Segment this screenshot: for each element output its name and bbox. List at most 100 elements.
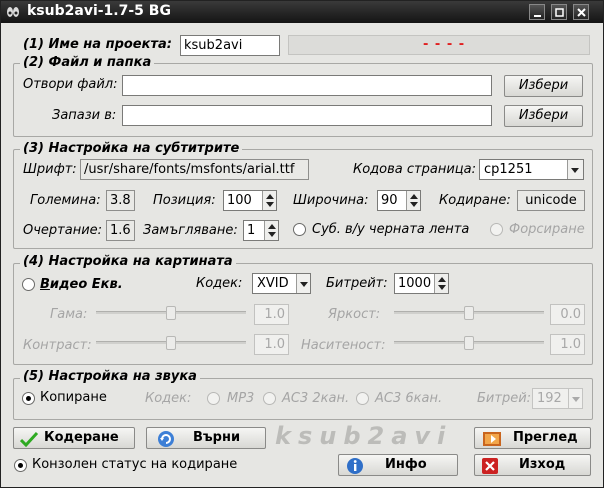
size-label: Големина: <box>30 193 101 208</box>
video-bitrate-spin-arrows[interactable] <box>434 274 448 293</box>
project-name-label: (1) Име на проекта: <box>23 37 172 52</box>
status-text: - - - - <box>423 37 466 52</box>
audio-ac3-2ch-label: AC3 2кан. <box>282 391 350 406</box>
video-bitrate-value: 1000 <box>398 276 432 291</box>
audio-legend: (5) Настройка на звука <box>20 369 200 384</box>
checkmark-icon <box>20 431 38 447</box>
position-label: Позиция: <box>153 193 216 208</box>
size-field[interactable]: 3.8 <box>106 190 135 211</box>
main-window: ksub2avi-1.7-5 BG (1) Име на проекта: ks… <box>0 0 604 488</box>
audio-codec-label: Кодек: <box>145 391 192 406</box>
slider-knob[interactable] <box>166 336 176 350</box>
subtitles-legend: (3) Настройка на субтитрите <box>20 141 243 156</box>
video-bitrate-label: Битрейт: <box>326 276 388 291</box>
video-codec-dropdown-arrow[interactable] <box>296 274 310 293</box>
maximize-button[interactable] <box>551 4 567 20</box>
audio-bitrate-select[interactable]: 192 <box>532 388 583 409</box>
gamma-slider[interactable] <box>96 306 246 320</box>
video-bitrate-spinner[interactable]: 1000 <box>394 273 449 294</box>
audio-ac3-6ch-radio[interactable] <box>356 392 369 405</box>
open-file-input[interactable] <box>122 75 492 96</box>
spin-arrows-icon <box>268 224 276 237</box>
exit-button[interactable]: Изход <box>474 454 591 476</box>
save-to-label: Запази в: <box>52 108 117 123</box>
font-label: Шрифт: <box>23 162 77 177</box>
console-status-radio[interactable] <box>14 459 27 472</box>
audio-mp3-label: MP3 <box>227 391 255 406</box>
saturation-slider[interactable] <box>394 336 544 350</box>
info-button-label: Инфо <box>385 457 427 472</box>
save-to-input[interactable] <box>122 105 492 126</box>
contrast-slider[interactable] <box>96 336 246 350</box>
video-equiv-label: Видео Екв. <box>40 277 123 292</box>
video-codec-value: XVID <box>257 276 289 291</box>
info-icon <box>347 458 363 474</box>
back-button[interactable]: Върни <box>146 427 266 449</box>
force-radio[interactable] <box>490 223 503 236</box>
contrast-value-field[interactable]: 1.0 <box>254 334 289 355</box>
brightness-slider[interactable] <box>394 306 544 320</box>
audio-ac3-2ch-radio[interactable] <box>263 392 276 405</box>
slider-knob[interactable] <box>166 306 176 320</box>
project-name-input[interactable]: ksub2avi <box>180 35 280 56</box>
film-icon <box>483 432 501 446</box>
font-path-field[interactable]: /usr/share/fonts/msfonts/arial.ttf <box>80 159 309 180</box>
width-label: Широчина: <box>293 193 369 208</box>
blur-spin-arrows[interactable] <box>264 221 278 240</box>
window-title: ksub2avi-1.7-5 BG <box>27 3 171 19</box>
position-spinner[interactable]: 100 <box>223 190 277 211</box>
brightness-label: Яркост: <box>328 307 381 322</box>
gamma-value-field[interactable]: 1.0 <box>254 304 289 325</box>
save-to-browse-button[interactable]: Избери <box>504 105 583 127</box>
codepage-value: cp1251 <box>484 162 533 177</box>
audio-bitrate-dropdown-arrow[interactable] <box>568 389 582 408</box>
brightness-value-field[interactable]: 0.0 <box>550 304 585 325</box>
position-spin-arrows[interactable] <box>262 191 276 210</box>
open-file-label: Отвори файл: <box>23 77 118 92</box>
saturation-label: Наситеност: <box>301 338 386 353</box>
position-value: 100 <box>227 193 252 208</box>
minimize-button[interactable] <box>529 4 545 20</box>
width-spin-arrows[interactable] <box>406 191 420 210</box>
info-button[interactable]: Инфо <box>338 454 458 476</box>
slider-knob[interactable] <box>464 306 474 320</box>
encode-button[interactable]: Кодеране <box>13 427 135 449</box>
audio-mp3-radio[interactable] <box>207 392 220 405</box>
blackbar-radio[interactable] <box>293 223 306 236</box>
blur-value: 1 <box>247 223 256 238</box>
contrast-label: Контраст: <box>23 338 92 353</box>
refresh-icon <box>158 431 174 447</box>
codepage-select[interactable]: cp1251 <box>479 159 584 180</box>
encode-button-label: Кодеране <box>44 430 119 445</box>
width-spinner[interactable]: 90 <box>377 190 421 211</box>
blur-spinner[interactable]: 1 <box>243 220 279 241</box>
title-bar[interactable]: ksub2avi-1.7-5 BG <box>1 1 603 23</box>
minimize-icon <box>534 15 541 17</box>
chevron-down-icon <box>300 282 308 287</box>
spin-arrows-icon <box>438 277 446 290</box>
video-equiv-radio[interactable] <box>22 278 35 291</box>
force-label: Форсиране <box>509 222 585 237</box>
slider-knob[interactable] <box>464 336 474 350</box>
preview-button[interactable]: Преглед <box>474 427 591 449</box>
spin-arrows-icon <box>410 194 418 207</box>
outline-field[interactable]: 1.6 <box>106 220 135 241</box>
audio-copy-radio[interactable] <box>22 392 35 405</box>
codepage-dropdown-arrow[interactable] <box>567 160 583 179</box>
video-codec-select[interactable]: XVID <box>252 273 311 294</box>
files-legend: (2) Файл и папка <box>20 55 155 70</box>
open-file-browse-button[interactable]: Избери <box>504 75 583 97</box>
video-equiv-mnemonic: В <box>40 277 50 292</box>
blackbar-label: Суб. в/у черната лента <box>312 222 470 237</box>
encoding-field[interactable]: unicode <box>517 190 585 211</box>
close-button[interactable] <box>573 4 589 20</box>
preview-button-label: Преглед <box>513 430 578 445</box>
saturation-value-field[interactable]: 1.0 <box>550 334 585 355</box>
maximize-icon <box>555 8 564 17</box>
close-x-icon <box>482 458 498 474</box>
close-icon <box>577 8 586 17</box>
chevron-down-icon <box>571 168 579 173</box>
status-bar: - - - - <box>288 35 590 55</box>
spin-arrows-icon <box>266 194 274 207</box>
audio-ac3-6ch-label: AC3 6кан. <box>375 391 443 406</box>
